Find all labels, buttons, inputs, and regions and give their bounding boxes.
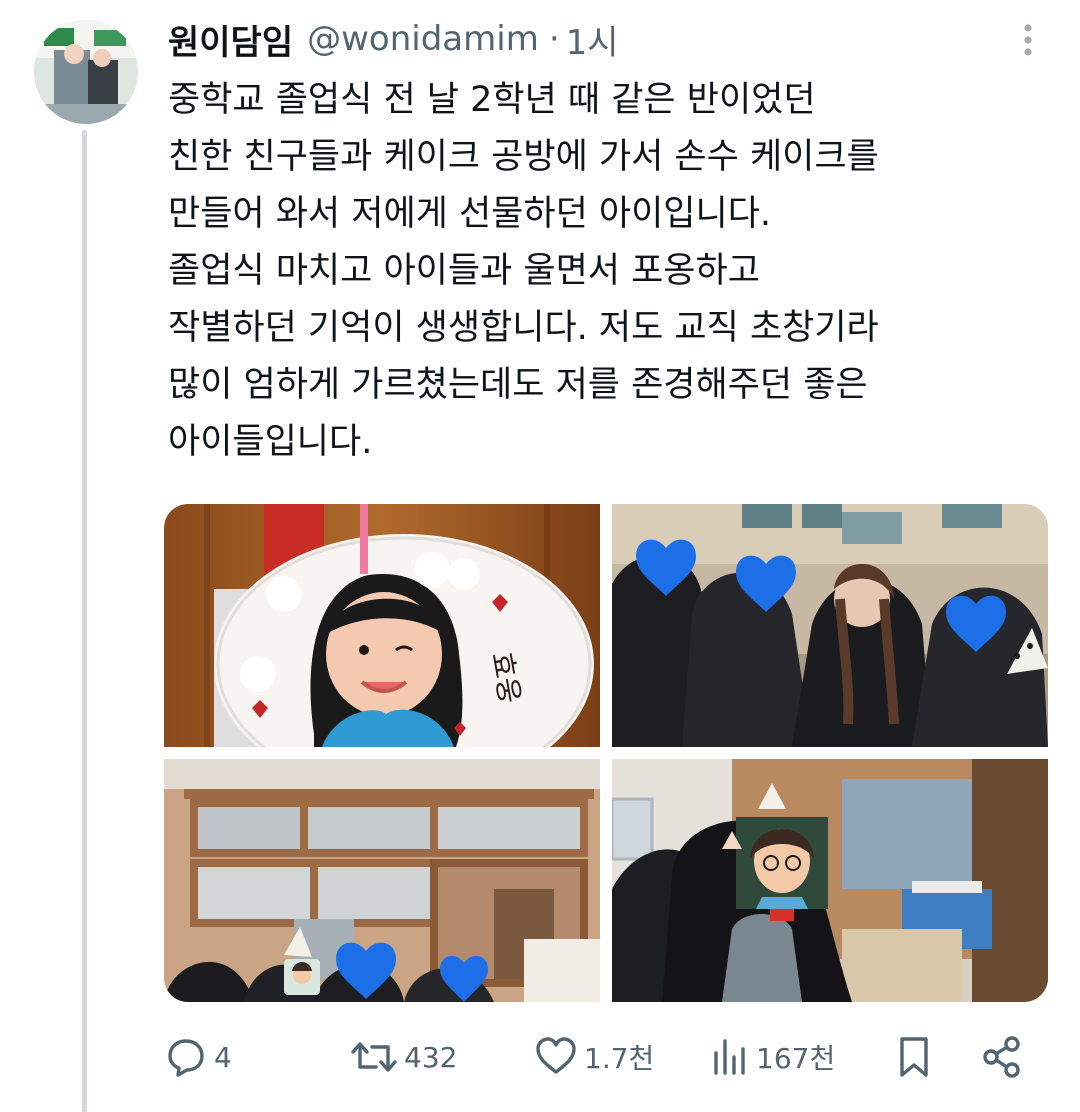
photo-student[interactable] <box>612 759 1048 1002</box>
photo-classroom[interactable] <box>164 759 600 1002</box>
tweet-text-line: 친한 친구들과 케이크 공방에 가서 손수 케이크를 <box>168 137 879 177</box>
cake-image: 효웅 <box>164 504 600 747</box>
timestamp[interactable]: 1시 <box>566 15 619 64</box>
share-button[interactable] <box>980 1030 1024 1084</box>
heart-icon <box>536 1037 576 1074</box>
more-vertical-icon <box>1024 24 1032 56</box>
photo-cake[interactable]: 효웅 <box>164 504 600 747</box>
tweet-text-line: 많이 엄하게 가르쳤는데도 저를 존경해주던 좋은 <box>168 365 868 405</box>
user-handle[interactable]: @wonidamim <box>307 19 539 59</box>
tweet-text: 중학교 졸업식 전 날 2학년 때 같은 반이었던 친한 친구들과 케이크 공방… <box>168 72 1058 471</box>
reply-button[interactable]: 4 <box>164 1030 232 1084</box>
bookmark-icon <box>900 1037 928 1077</box>
tweet-text-line: 졸업식 마치고 아이들과 울면서 포옹하고 <box>168 251 760 291</box>
avatar[interactable] <box>34 20 138 124</box>
photo-friends[interactable] <box>612 504 1048 747</box>
tweet-text-line: 작별하던 기억이 생생합니다. 저도 교직 초창기라 <box>168 308 879 348</box>
like-count: 1.7천 <box>584 1042 655 1075</box>
thread-line <box>82 130 87 1112</box>
bookmark-button[interactable] <box>894 1030 934 1084</box>
view-count: 167천 <box>756 1042 836 1075</box>
retweet-button[interactable]: 432 <box>350 1030 457 1084</box>
display-name[interactable]: 원이담임 <box>168 15 293 64</box>
separator-dot: · <box>548 19 560 59</box>
reply-count: 4 <box>214 1040 232 1074</box>
tweet-text-line: 만들어 와서 저에게 선물하던 아이입니다. <box>168 194 772 234</box>
reply-icon <box>168 1039 204 1077</box>
media-grid: 효웅 <box>164 504 1048 1002</box>
views-button[interactable]: 167천 <box>710 1030 835 1084</box>
retweet-count: 432 <box>404 1040 458 1074</box>
tweet-text-line: 중학교 졸업식 전 날 2학년 때 같은 반이었던 <box>168 80 816 120</box>
classroom-image <box>164 759 600 1002</box>
action-bar: 4 432 1.7천 167천 <box>164 1030 1044 1084</box>
avatar-image <box>34 20 138 124</box>
retweet-icon <box>351 1042 397 1072</box>
like-button[interactable]: 1.7천 <box>534 1030 654 1084</box>
tweet-header: 원이담임 @wonidamim · 1시 <box>168 14 619 64</box>
share-icon <box>983 1036 1020 1078</box>
views-icon <box>714 1039 745 1075</box>
friends-image <box>612 504 1048 747</box>
more-options-button[interactable] <box>1008 20 1048 60</box>
student-image <box>612 759 1048 1002</box>
tweet-text-line: 아이들입니다. <box>168 422 373 462</box>
